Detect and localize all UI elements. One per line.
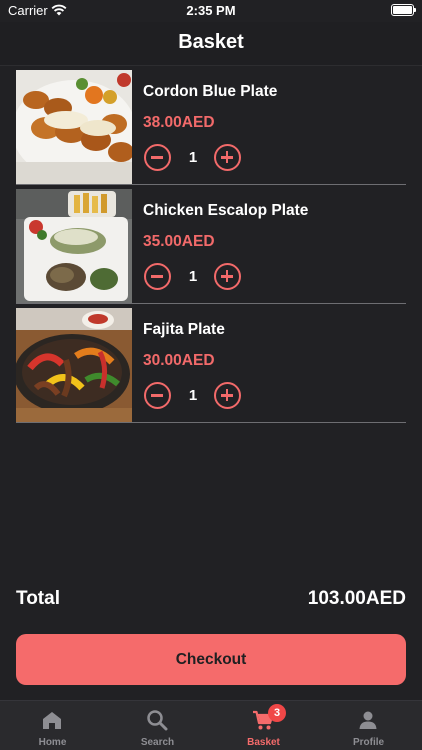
person-icon	[359, 711, 377, 729]
decrease-quantity-button[interactable]	[144, 382, 171, 409]
increase-quantity-button[interactable]	[214, 144, 241, 171]
item-price: 30.00AED	[143, 352, 215, 369]
tab-label: Profile	[352, 737, 385, 748]
page-title: Basket	[178, 31, 244, 53]
checkout-label: Checkout	[175, 651, 247, 668]
increase-quantity-button[interactable]	[214, 263, 241, 290]
tab-basket[interactable]: 3 Basket	[211, 701, 316, 750]
item-image	[16, 189, 132, 303]
tab-home[interactable]: Home	[0, 701, 105, 750]
tab-label: Home	[38, 737, 67, 748]
item-price: 35.00AED	[143, 233, 215, 250]
increase-quantity-button[interactable]	[214, 382, 241, 409]
search-icon	[147, 710, 168, 731]
total-label: Total	[16, 588, 60, 609]
item-price: 38.00AED	[143, 114, 215, 131]
basket-list: Cordon Blue Plate 38.00AED 1 Chicken Esc…	[16, 66, 406, 423]
decrease-quantity-button[interactable]	[144, 263, 171, 290]
tab-profile[interactable]: Profile	[316, 701, 421, 750]
item-quantity: 1	[188, 268, 198, 285]
total-amount: 103.00AED	[307, 588, 406, 609]
basket-item: Fajita Plate 30.00AED 1	[16, 304, 406, 423]
decrease-quantity-button[interactable]	[144, 144, 171, 171]
checkout-button[interactable]: Checkout	[16, 634, 406, 685]
item-quantity: 1	[188, 387, 198, 404]
item-image	[16, 70, 132, 184]
home-icon	[43, 712, 61, 729]
total-row: Total 103.00AED	[16, 588, 406, 612]
basket-item: Cordon Blue Plate 38.00AED 1	[16, 66, 406, 185]
basket-item: Chicken Escalop Plate 35.00AED 1	[16, 185, 406, 304]
item-quantity: 1	[188, 149, 198, 166]
item-name: Fajita Plate	[143, 321, 225, 338]
clock: 2:35 PM	[186, 3, 236, 18]
tab-search[interactable]: Search	[105, 701, 210, 750]
tab-label: Search	[140, 737, 175, 748]
item-name: Cordon Blue Plate	[143, 83, 278, 100]
cart-count-badge: 3	[268, 704, 286, 722]
item-image	[16, 308, 132, 422]
navigation-bar: Basket	[0, 22, 422, 66]
item-name: Chicken Escalop Plate	[143, 202, 309, 219]
tab-label: Basket	[247, 737, 280, 748]
battery-icon	[391, 4, 416, 16]
status-bar: Carrier 2:35 PM	[0, 0, 422, 22]
tab-bar: Home Search 3 Basket Profile	[0, 700, 422, 750]
